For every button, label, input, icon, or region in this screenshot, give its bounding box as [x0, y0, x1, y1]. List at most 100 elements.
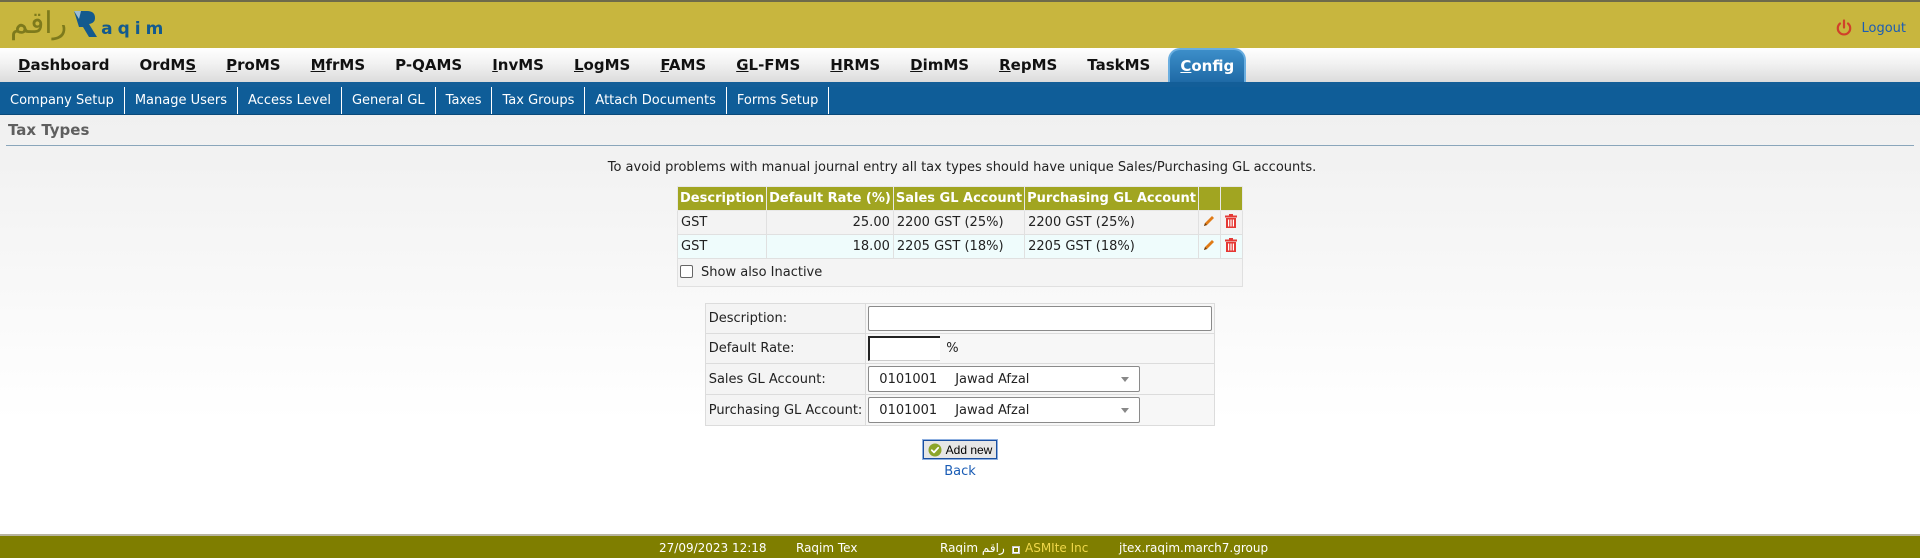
raqim-logo[interactable]: راقم aqim	[10, 6, 168, 42]
subnav-forms-setup[interactable]: Forms Setup	[727, 87, 830, 114]
sales-gl-select[interactable]: 0101001 Jawad Afzal	[868, 366, 1141, 392]
delete-button[interactable]	[1219, 210, 1243, 235]
nav-dashboard[interactable]: Dashboard	[6, 50, 121, 80]
nav-logms[interactable]: LogMS	[562, 50, 642, 80]
nav-proms[interactable]: ProMS	[214, 50, 292, 80]
nav-accesskey: G	[736, 56, 749, 74]
show-inactive-row: Show also Inactive	[677, 258, 1243, 287]
nav-label: ashboard	[30, 56, 110, 74]
nav-accesskey: D	[18, 56, 31, 74]
logout-label: Logout	[1861, 20, 1906, 36]
cell-description: GST	[677, 234, 768, 259]
chevron-down-icon	[1121, 377, 1130, 382]
check-circle-icon	[928, 443, 942, 456]
logout-button[interactable]: Logout	[1835, 19, 1906, 37]
subnav-manage-users[interactable]: Manage Users	[125, 87, 239, 114]
nav-accesskey: C	[1180, 57, 1192, 75]
cell-sales-gl: 2200 GST (25%)	[892, 210, 1026, 235]
edit-button[interactable]	[1197, 234, 1221, 259]
nav-mfrms[interactable]: MfrMS	[299, 50, 378, 80]
nav-p-qams[interactable]: P-QAMS	[383, 50, 474, 80]
sales-gl-field-cell: 0101001 Jawad Afzal	[865, 363, 1216, 395]
col-purchasing-gl: Purchasing GL Account	[1024, 186, 1199, 211]
notice-message: To avoid problems with manual journal en…	[607, 160, 1317, 175]
trash-icon	[1225, 213, 1238, 228]
rate-label: Default Rate:	[704, 333, 867, 364]
nav-label: ogMS	[583, 56, 631, 74]
nav-taskms[interactable]: TaskMS	[1075, 50, 1162, 80]
nav-gl-fms[interactable]: GL-FMS	[724, 50, 812, 80]
footer-company[interactable]: ASMIte Inc	[1025, 541, 1088, 555]
logo-word: aqim	[101, 19, 169, 39]
top-banner: راقم aqim Logout	[0, 0, 1920, 48]
cell-rate: 25.00	[766, 210, 894, 235]
default-rate-input[interactable]	[868, 336, 941, 361]
cell-description: GST	[677, 210, 768, 235]
add-new-label: Add new	[945, 442, 993, 457]
nav-accesskey: R	[999, 56, 1011, 74]
nav-ordms[interactable]: OrdMS	[127, 50, 208, 80]
nav-label: frMS	[325, 56, 366, 74]
purchasing-gl-field-cell: 0101001 Jawad Afzal	[865, 394, 1216, 426]
footer-brand[interactable]: Raqim راقم	[940, 541, 1005, 555]
description-field-cell	[865, 303, 1216, 334]
subnav-taxes[interactable]: Taxes	[436, 87, 493, 114]
nav-repms[interactable]: RepMS	[987, 50, 1069, 80]
show-inactive-cell: Show also Inactive	[677, 258, 1243, 287]
purchasing-gl-name: Jawad Afzal	[955, 402, 1030, 418]
chevron-down-icon	[1121, 408, 1130, 413]
trash-icon	[1225, 237, 1238, 252]
nav-accesskey: P	[226, 56, 238, 74]
show-inactive-label: Show also Inactive	[701, 265, 823, 280]
cell-purchasing-gl: 2200 GST (25%)	[1024, 210, 1199, 235]
page-title: Tax Types	[6, 115, 1914, 146]
subnav-general-gl[interactable]: General GL	[342, 87, 436, 114]
footer-host: jtex.raqim.march7.group	[1119, 541, 1269, 555]
nav-label: onfig	[1191, 57, 1235, 75]
description-input[interactable]	[868, 306, 1213, 331]
nav-config[interactable]: Config	[1168, 48, 1247, 82]
form-row-description: Description:	[704, 303, 1216, 334]
nav-label: epMS	[1010, 56, 1058, 74]
nav-invms[interactable]: InvMS	[480, 50, 556, 80]
nav-fams[interactable]: FAMS	[648, 50, 718, 80]
add-new-button[interactable]: Add new	[921, 439, 999, 460]
table-row: GST 25.00 2200 GST (25%) 2200 GST (25%)	[677, 210, 1243, 235]
back-link[interactable]: Back	[0, 464, 1920, 479]
nav-label: imMS	[922, 56, 970, 74]
nav-hrms[interactable]: HRMS	[818, 50, 892, 80]
sales-gl-name: Jawad Afzal	[955, 371, 1030, 387]
footer-datetime: 27/09/2023 12:18	[659, 541, 767, 555]
notice-text: To avoid problems with manual journal en…	[0, 160, 1920, 175]
nav-accesskey: F	[660, 56, 669, 74]
nav-accesskey: H	[830, 56, 843, 74]
subnav-tax-groups[interactable]: Tax Groups	[492, 87, 586, 114]
power-icon	[1837, 19, 1852, 36]
show-inactive-checkbox[interactable]	[680, 265, 694, 278]
form-row-purchasing-gl: Purchasing GL Account: 0101001 Jawad Afz…	[704, 394, 1216, 426]
subnav-access-level[interactable]: Access Level	[238, 87, 342, 114]
tax-types-table: Description Default Rate (%) Sales GL Ac…	[677, 186, 1243, 287]
logo-arabic-text: راقم	[10, 6, 68, 41]
sales-gl-label: Sales GL Account:	[704, 363, 867, 395]
purchasing-gl-select[interactable]: 0101001 Jawad Afzal	[868, 397, 1141, 423]
form-actions: Add new Back	[0, 439, 1920, 479]
subnav-attach-documents[interactable]: Attach Documents	[585, 87, 727, 114]
table-header-row: Description Default Rate (%) Sales GL Ac…	[677, 186, 1243, 211]
nav-accesskey: D	[910, 56, 923, 74]
nav-label: OrdM	[139, 56, 186, 74]
form-row-sales-gl: Sales GL Account: 0101001 Jawad Afzal	[704, 363, 1216, 395]
logo-r-icon	[74, 11, 98, 37]
cell-sales-gl: 2205 GST (18%)	[892, 234, 1026, 259]
nav-label: RMS	[842, 56, 881, 74]
main-nav: Dashboard OrdMS ProMS MfrMS P-QAMS InvMS…	[0, 48, 1920, 82]
col-sales-gl: Sales GL Account	[892, 186, 1026, 211]
nav-label: L-FMS	[748, 56, 801, 74]
nav-dimms[interactable]: DimMS	[898, 50, 981, 80]
subnav-company-setup[interactable]: Company Setup	[0, 87, 125, 114]
edit-button[interactable]	[1197, 210, 1221, 235]
delete-button[interactable]	[1219, 234, 1243, 259]
nav-label: P-QAMS	[395, 56, 463, 74]
col-delete	[1219, 186, 1243, 211]
cell-rate: 18.00	[766, 234, 894, 259]
